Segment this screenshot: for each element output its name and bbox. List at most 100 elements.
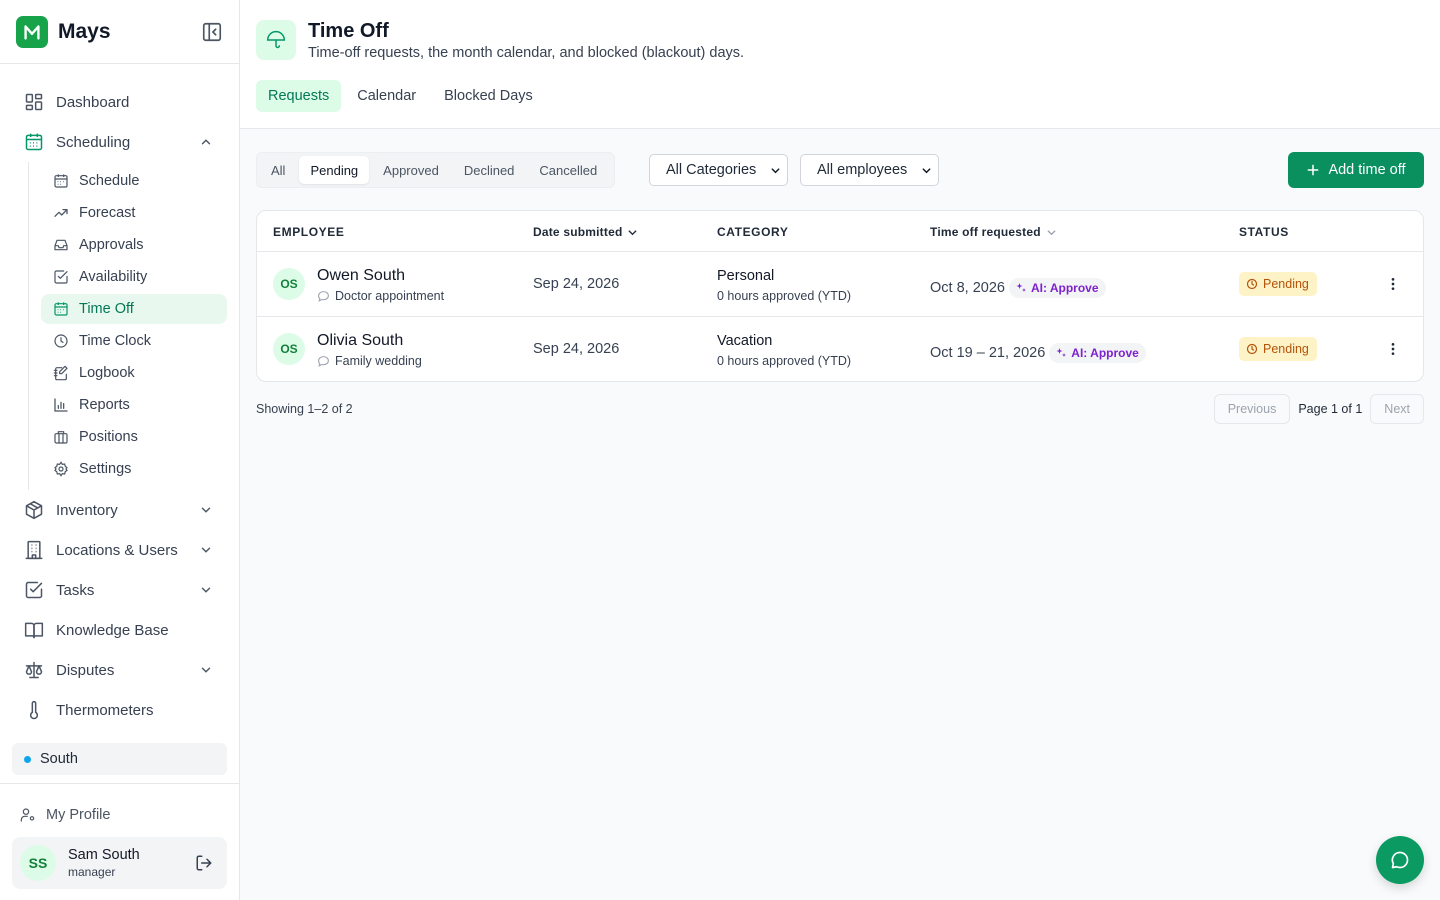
main-content: Time Off Time-off requests, the month ca… <box>240 0 1440 900</box>
notebook-pen-icon <box>53 365 69 381</box>
nav-item-tasks[interactable]: Tasks <box>0 570 239 610</box>
request-note-text: Doctor appointment <box>335 289 445 303</box>
sidebar-item-forecast[interactable]: Forecast <box>41 198 227 228</box>
column-date-submitted[interactable]: Date submitted <box>533 225 638 239</box>
my-profile-label: My Profile <box>46 807 111 823</box>
sidebar-item-schedule[interactable]: Schedule <box>41 166 227 196</box>
time-off-requested: Oct 19 – 21, 2026 AI: Approve <box>930 343 1146 363</box>
collapse-sidebar-icon[interactable] <box>201 21 223 43</box>
tab-requests[interactable]: Requests <box>256 80 342 112</box>
time-off-table: EMPLOYEE Date submitted CATEGORY Time of… <box>256 210 1424 382</box>
gear-icon <box>53 461 69 477</box>
page-subtitle: Time-off requests, the month calendar, a… <box>308 45 745 61</box>
tab-blocked-days[interactable]: Blocked Days <box>432 80 545 112</box>
chevron-down-icon[interactable] <box>199 663 213 677</box>
filter-approved[interactable]: Approved <box>372 156 450 184</box>
column-date-submitted-label: Date submitted <box>533 225 623 239</box>
calendar-icon <box>24 132 44 152</box>
request-note: Family wedding <box>317 354 422 368</box>
sidebar-item-label: Approvals <box>79 237 144 253</box>
table-row[interactable]: OS Olivia South Family wedding Sep 24, 2… <box>257 317 1423 381</box>
chevron-down-icon[interactable] <box>199 503 213 517</box>
speech-bubble-icon <box>317 290 330 303</box>
sidebar-item-label: Logbook <box>79 365 135 381</box>
chat-button[interactable] <box>1376 836 1424 884</box>
sidebar-item-availability[interactable]: Availability <box>41 262 227 292</box>
chevron-up-icon[interactable] <box>199 135 213 149</box>
results-count: Showing 1–2 of 2 <box>256 402 353 416</box>
nav-item-disputes[interactable]: Disputes <box>0 650 239 690</box>
add-time-off-button[interactable]: Add time off <box>1288 152 1424 188</box>
location-selector[interactable]: South <box>12 743 227 775</box>
scale-icon <box>24 660 44 680</box>
ai-badge-label: AI: Approve <box>1071 346 1139 360</box>
nav-item-dashboard[interactable]: Dashboard <box>0 82 239 122</box>
sidebar-item-reports[interactable]: Reports <box>41 390 227 420</box>
more-vertical-icon[interactable] <box>1385 276 1401 292</box>
column-category-label: CATEGORY <box>717 225 789 239</box>
ai-recommendation-badge[interactable]: AI: Approve <box>1049 343 1146 363</box>
nav-item-locations-users[interactable]: Locations & Users <box>0 530 239 570</box>
column-employee: EMPLOYEE <box>273 225 344 239</box>
sidebar-item-label: Reports <box>79 397 130 413</box>
employee-select[interactable]: All employees <box>800 154 939 186</box>
sidebar-item-label: Time Off <box>79 301 134 317</box>
status-badge: Pending <box>1239 272 1317 296</box>
user-card: SS Sam South manager <box>12 837 227 889</box>
nav-label-knowledge-base: Knowledge Base <box>56 621 169 639</box>
sort-icon <box>1046 227 1057 238</box>
chevron-down-icon[interactable] <box>199 583 213 597</box>
sidebar-item-approvals[interactable]: Approvals <box>41 230 227 260</box>
nav-item-scheduling[interactable]: Scheduling <box>0 122 239 162</box>
sidebar-item-logbook[interactable]: Logbook <box>41 358 227 388</box>
category-hours: 0 hours approved (YTD) <box>717 354 852 368</box>
add-time-off-label: Add time off <box>1328 162 1406 178</box>
category-select[interactable]: All Categories <box>649 154 788 186</box>
sidebar-item-label: Settings <box>79 461 132 477</box>
dashboard-icon <box>24 92 44 112</box>
more-vertical-icon[interactable] <box>1385 341 1401 357</box>
page-title: Time Off <box>308 20 389 42</box>
sidebar-item-settings[interactable]: Settings <box>41 454 227 484</box>
clock-icon <box>53 333 69 349</box>
user-cog-icon <box>20 807 36 823</box>
chevron-down-icon[interactable] <box>199 543 213 557</box>
nav-label-thermometers: Thermometers <box>56 701 154 719</box>
nav-label-dashboard: Dashboard <box>56 93 130 111</box>
ai-recommendation-badge[interactable]: AI: Approve <box>1008 278 1106 298</box>
sidebar-item-time-clock[interactable]: Time Clock <box>41 326 227 356</box>
brand-logo-icon[interactable] <box>16 15 48 48</box>
avatar: SS <box>20 845 56 881</box>
nav-item-knowledge-base[interactable]: Knowledge Base <box>0 610 239 650</box>
filter-all[interactable]: All <box>260 156 296 184</box>
tab-calendar[interactable]: Calendar <box>345 80 428 112</box>
calendar-icon <box>53 173 69 189</box>
sidebar-item-time-off[interactable]: Time Off <box>41 294 227 324</box>
chat-bubble-icon <box>1390 850 1410 870</box>
table-row[interactable]: OS Owen South Doctor appointment Sep 24,… <box>257 252 1423 317</box>
filter-cancelled[interactable]: Cancelled <box>528 156 608 184</box>
nav-item-thermometers[interactable]: Thermometers <box>0 690 239 730</box>
column-time-off-requested[interactable]: Time off requested <box>930 225 1057 239</box>
requested-dates: Oct 8, 2026 <box>930 280 1005 296</box>
nav-item-inventory[interactable]: Inventory <box>0 490 239 530</box>
inbox-icon <box>53 237 69 253</box>
sidebar-item-label: Positions <box>79 429 138 445</box>
brand-header: Mays <box>0 0 239 64</box>
brand-name: Mays <box>58 19 111 43</box>
clock-icon <box>1246 278 1258 290</box>
my-profile-link[interactable]: My Profile <box>0 800 239 830</box>
category-name: Vacation <box>717 333 773 349</box>
sidebar-item-positions[interactable]: Positions <box>41 422 227 452</box>
next-page-button[interactable]: Next <box>1370 394 1424 424</box>
clock-icon <box>1246 343 1258 355</box>
previous-page-button[interactable]: Previous <box>1213 394 1291 424</box>
category-select-value: All Categories <box>666 162 757 178</box>
filter-declined[interactable]: Declined <box>453 156 526 184</box>
nav-label-locations-users: Locations & Users <box>56 541 178 559</box>
speech-bubble-icon <box>317 355 330 368</box>
logout-icon[interactable] <box>195 854 213 872</box>
main-nav: Dashboard Scheduling Schedule Forecast A <box>0 64 239 730</box>
filter-pending[interactable]: Pending <box>299 156 370 184</box>
time-off-requested: Oct 8, 2026 AI: Approve <box>930 278 1106 298</box>
